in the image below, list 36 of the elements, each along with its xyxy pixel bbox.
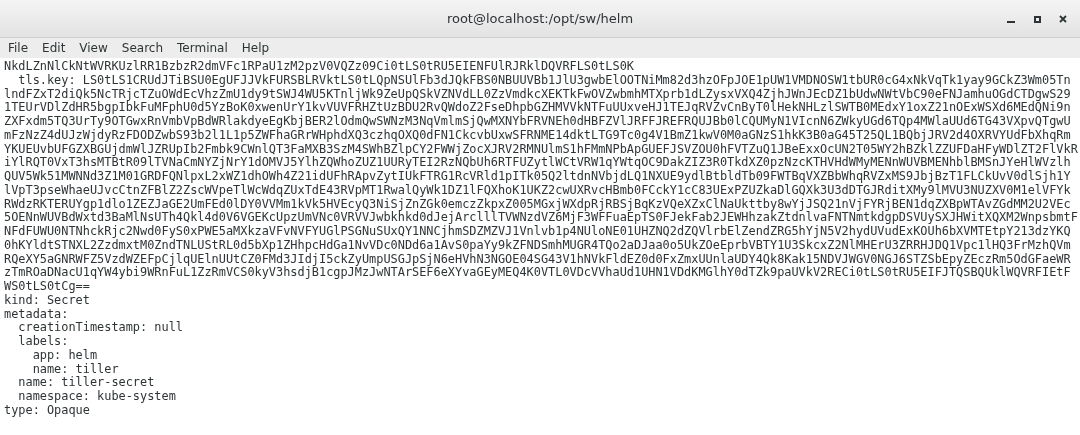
terminal-line: 0hKYldtSTNXL2ZzdmxtM0ZndTNLUStRL0d5bXp1ZHhpcHdGa1NvVDc0NDd6a1AvS0paYy9kZFNDSmhMUGR4TQo2aDJaa0o5UkZOeEprbVBTY1U3SkcxZ2NlMHErU3ZRRHJDQ1Vpc1lHQ3FrMzhQVm — [4, 238, 1071, 253]
terminal-line: creationTimestamp: null — [17, 321, 183, 335]
terminal-line: tls.key: LS0tLS1CRUdJTiBSU0EgUFJJVkFURSBLRVktLS0tLQpNSUlFb3dJQkFBS0NBUUVBb1JlU3gwbElOOTNiMm82d3hzOFpJOE1pUW1VMDNOSW1tbUR0cG4xNkVqTk1yay9GCkZ3Wm05Tn — [18, 73, 1071, 88]
terminal-line: lVpT3pseWhaeUJvcCtnZFBlZ2ZscWVpeTlWcWdqZUxTdE43RVpMT1RwalQyWk1DZ1lFQXhoK1UKZ2cwUXRvcHBmb0FCckY1cC83UExPZUZkaDlGQXk3U3dDTGJRditXMy9lMVU3NUZXV0M1elVFYk — [4, 183, 1071, 198]
menu-item[interactable]: Edit — [36, 39, 72, 57]
terminal-line: kind: Secret — [4, 293, 90, 308]
terminal-line: type: Opaque — [4, 403, 90, 418]
maximize-icon — [1033, 15, 1041, 23]
menu-item[interactable]: Search — [115, 39, 170, 57]
terminal-line: labels: — [17, 335, 69, 349]
terminal-line: RQeXY5aGNRWFZ5VzdWZEFpCjlqUElnUUtCZ0FMd3JIdjI5ckZyUmpUSGJpSjN6eHVhN3NGOE04SG43V1hNVkFldEZ0d0FxZmxUUnlaUDY4Qk8Kak15NDVJWGV0NGJ6STZSbEpyZEczRm5OdGFaeWR — [4, 252, 1071, 266]
window-title: root@localhost:/opt/sw/helm — [446, 9, 634, 28]
terminal-line: QUV5Wk51MWNNd3Z1M01GRDFQNlpxL2xWZ1dhOWh4Z21idUFhRApvZytIUkFTRG1RcVRld1pITk05Q2ltdnNVbjdLQ1NXUE9ydlBtbldTb09FWTBqVXZBbWhqRVZxMS9JbjBzT1FLCkUvV0dlSjh1Y — [4, 170, 1071, 184]
terminal-line: name: tiller-secret — [17, 376, 155, 390]
terminal-line: NkdLZnNlCkNtWVRKUzlRR1BzbzR2dmVFc1RPaU1zM2pzV0VQZz09Ci0tLS0tRU5EIENFUlRJRklDQVRFLS0tLS0K — [4, 60, 634, 74]
minimize-icon — [1007, 21, 1015, 23]
menu-item[interactable]: File — [2, 39, 35, 57]
terminal-line: 1TEUrVDlZdHR5bgpIbkFuMFphU0d5YzBoK0xwenUrY1kvVUVFRHZtUzBDU2RvQWdoZ2FseDhpbGZHMVVkNTFuUUxveHJ1TEJqRVZvCnByT0lHekNHLzlSWTB0MEdxY1oxZ21nOExWSXd6MEdQNi9n — [4, 101, 1071, 115]
terminal-line: YKUEUvbUFGZXBGUjdmWlJZRUpIb2Fmbk9CWnlQT3FaMXB3SzM4SWhBZlpCY2FWWjZocXJRV2RMNUlmS1hFMmNPbApGUEFJSVZOU0hFVTZuQ1JBeExxOcUN2T05WY2hBZklZZUFDaHFyWDlZT2FlVkR — [4, 142, 1078, 156]
terminal-line: app: helm — [31, 348, 98, 363]
terminal-line: namespace: kube-system — [17, 390, 176, 404]
terminal-line: 5OENnWUVBdWxtd3BaMlNsUTh4Qkl4d0V6VGEKcUpzUmVNc0VRVVJwbkhkd0dJejArclllTVWNzdVZ6MjF3WFFuaEpTS0FJekFab2JEWHhzakZtdnlvaFNTNmtkdgpDSVUySXJHWitXQXM2WnpsbmtF — [4, 211, 1078, 225]
terminal-line: WS0tLS0tCg== — [4, 280, 90, 294]
terminal-line: iYlRQT0VxT3hsMTBtR09lTVNaCmNYZjNrY1dOMVJ5YlhZQWhoZUZ1UURyTEI2RzNQbUh6RTFUZytlWCtVRW1qYWtqOC9DakZIZ3R0TkdXZ0pzNzcKTHVHdWMyMENnWUVBMENhblBMSnJYeHlWVzlh — [4, 156, 1071, 170]
terminal-line: RWdzRKTERUYgp1dlo1ZEZJaGE2UmFEd0lDY0VVMm1kVk5HVEcyQ3NiSjZnZGk0emczZkpxZ005MGxjWXdpRjRBSjBqKzVQeXZxClNaUkttby8wYjJSQ21nVjFYRjBEN1dqZXBpWTAvZGdMM2U2VEc — [4, 197, 1071, 212]
close-icon — [1059, 15, 1067, 23]
menu-item[interactable]: Terminal — [171, 39, 234, 57]
terminal-line: zTmROaDNacU1qYW4ybi9WRnFuL1ZzRmVCS0kyV3hsdjB1cgpJMzJwNTArSEF6eXYvaGEyMEQ4K0VTL0VDcVVhaUd1UHN1VDdKMGlhY0dTZk9paUVkV2RECi0tLS0tRU5EIFJTQSBQUklWQVRFIEtF — [4, 266, 1071, 280]
menu-item[interactable]: View — [73, 39, 114, 57]
terminal-line: NFdFUWU0NTNhckRjc2Nwd0FyS0xPWE5aMXkzaVFvNVFYUGlPSGNuSUxQY1NNCjhmSDZMZVJ1Vnlvb1p4NUloNE01UHZNQ2dZQVlrbElZendZRG5hYjN5V2hydUVudExKOUh6bXVMTEtpY213dzYKQ — [4, 225, 1071, 239]
terminal-line: lndFZxT2diQk5NcTRjcTZuOWdEcVhzZmU1dy9tSWJ4WU5KTnljWk9ZeUpQSkVZNVdLL0ZzVmdkcXEKTkFwOVZwbmhMTXprb1dLZysxVXQ4ZjhJWnJEcDZ1bUdwNWtVbC90eFNJamhuOGdCTDgwS29 — [4, 87, 1071, 102]
terminal-line: ZXFxdm5TQ3UrTy9OTGwxRnVmbVpBdWRlakdyeEgKbjBER2lOdmQwSWNzM3NqVmlmSjQwMXNYbFRVNEh0dHBFZVlJRFFJREFRQUJBb0lCQUMyN1VIcnN6ZWkyUGd6TQp4MWlaUUd6TG43VXpvQTgwU — [4, 115, 1071, 129]
terminal-line: metadata: — [4, 307, 69, 321]
terminal-line: mFzNzZ4dUJzWjdyRzFDODZwbS93b2l1L1p5ZWFhaGRrWHphdXQ3czhqOXQ0dFN1CkcvbUxwSFRNME14dktLTG9Tc0g4V1BmZ1kwV0M0aGNzS1hkK3B0aG45T25QL1BQbjJRV2d4OXRVYUdFbXhqRm — [4, 128, 1071, 143]
menu-item[interactable]: Help — [235, 39, 276, 57]
terminal-line: name: tiller — [31, 362, 119, 376]
